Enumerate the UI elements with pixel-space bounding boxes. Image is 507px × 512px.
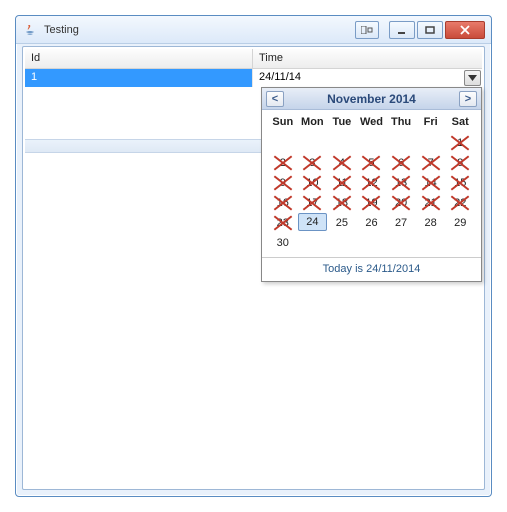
column-header-time[interactable]: Time [253,49,482,68]
day-cell: 11 [327,173,357,193]
dow-label: Sat [445,113,475,133]
dow-label: Thu [386,113,416,133]
day-cell: 18 [327,193,357,213]
dow-label: Tue [327,113,357,133]
day-number: 29 [454,217,466,229]
day-empty [268,133,298,153]
day-cell: 23 [268,213,298,233]
day-empty [298,133,328,153]
calendar-grid: SunMonTueWedThuFriSat 123456789101112131… [262,110,481,257]
day-cell: 6 [386,153,416,173]
prev-month-button[interactable]: < [266,91,284,107]
day-cell: 3 [298,153,328,173]
table-header: Id Time [25,49,482,69]
day-cell[interactable]: 30 [268,233,298,253]
day-cell: 16 [268,193,298,213]
day-empty [357,233,387,253]
minimize-button[interactable] [389,21,415,39]
client-area: Id Time 1 24/11/14 < November 2014 > [22,46,485,490]
day-cell: 12 [357,173,387,193]
dow-label: Fri [416,113,446,133]
day-cell: 19 [357,193,387,213]
window-title: Testing [44,24,355,36]
day-number: 24 [306,216,318,228]
maximize-button[interactable] [417,21,443,39]
day-empty [386,233,416,253]
day-empty [416,133,446,153]
day-empty [445,233,475,253]
day-number: 27 [395,217,407,229]
day-empty [327,133,357,153]
day-cell[interactable]: 24 [298,213,328,231]
day-cell: 5 [357,153,387,173]
window-controls [355,21,485,39]
day-empty [298,233,328,253]
calendar-footer[interactable]: Today is 24/11/2014 [262,257,481,281]
day-number: 28 [425,217,437,229]
next-month-button[interactable]: > [459,91,477,107]
day-cell: 4 [327,153,357,173]
dow-label: Mon [298,113,328,133]
column-header-id[interactable]: Id [25,49,253,68]
day-cell: 9 [268,173,298,193]
day-empty [386,133,416,153]
month-label: November 2014 [327,92,416,106]
dow-label: Sun [268,113,298,133]
day-cell: 14 [416,173,446,193]
day-cell[interactable]: 26 [357,213,387,233]
day-number: 26 [365,217,377,229]
day-cell: 7 [416,153,446,173]
day-empty [416,233,446,253]
day-number: 25 [336,217,348,229]
day-cell: 2 [268,153,298,173]
close-button[interactable] [445,21,485,39]
day-cell: 1 [445,133,475,153]
day-cell[interactable]: 29 [445,213,475,233]
day-cell: 22 [445,193,475,213]
day-cell: 21 [416,193,446,213]
calendar-header: < November 2014 > [262,88,481,110]
day-cell: 8 [445,153,475,173]
day-cell[interactable]: 27 [386,213,416,233]
aux-window-button[interactable] [355,21,379,39]
titlebar[interactable]: Testing [16,16,491,44]
dropdown-button[interactable] [464,70,481,86]
day-empty [357,133,387,153]
calendar-popup: < November 2014 > SunMonTueWedThuFriSat … [261,87,482,282]
day-number: 30 [277,237,289,249]
cell-time[interactable]: 24/11/14 [253,69,482,87]
dow-label: Wed [357,113,387,133]
cell-id[interactable]: 1 [25,69,253,87]
day-cell[interactable]: 25 [327,213,357,233]
time-value: 24/11/14 [259,71,301,83]
day-cell: 10 [298,173,328,193]
day-cell: 13 [386,173,416,193]
table-row[interactable]: 1 24/11/14 [25,69,482,87]
day-cell: 17 [298,193,328,213]
day-cell: 15 [445,173,475,193]
day-empty [327,233,357,253]
java-icon [22,22,38,38]
app-window: Testing Id Time 1 24/1 [15,15,492,497]
day-cell[interactable]: 28 [416,213,446,233]
day-cell: 20 [386,193,416,213]
